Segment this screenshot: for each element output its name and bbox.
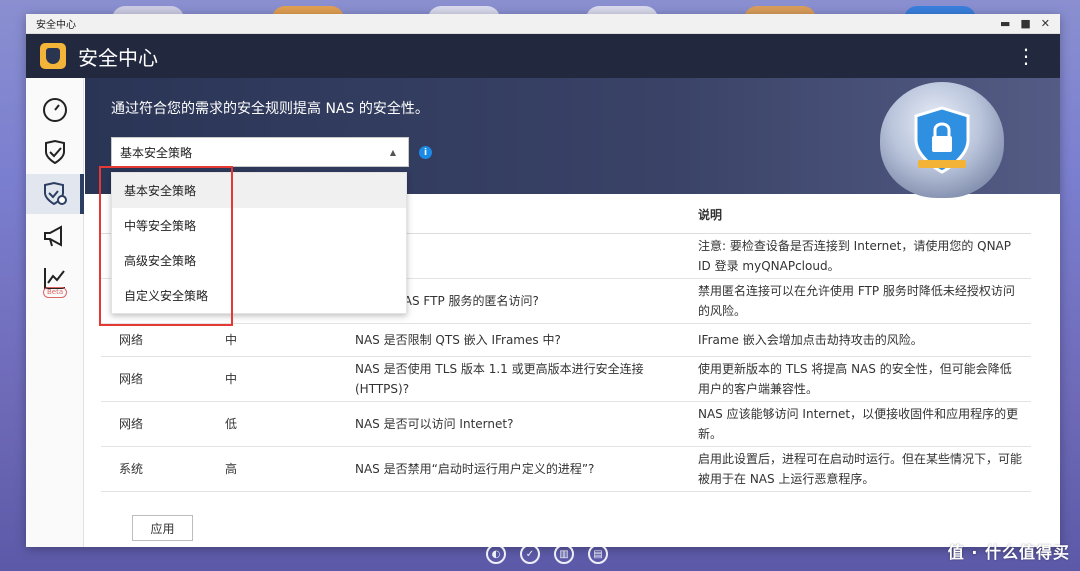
row-description: NAS 应该能够访问 Internet，以便接收固件和应用程序的更新。 bbox=[698, 401, 1031, 447]
table-row: 网络 中 NAS 是否使用 TLS 版本 1.1 或更高版本进行安全连接 (HT… bbox=[101, 356, 1031, 402]
security-center-logo-icon bbox=[40, 43, 66, 69]
document-icon[interactable]: ▤ bbox=[588, 544, 608, 564]
titlebar-title: 安全中心 bbox=[36, 20, 76, 31]
row-category: 网络 bbox=[101, 356, 225, 402]
close-icon[interactable]: ✕ bbox=[1041, 17, 1050, 30]
row-check: NAS 是否限制 QTS 嵌入 IFrames 中? bbox=[355, 323, 698, 357]
security-globe-illustration bbox=[880, 82, 1004, 198]
row-description: 注意: 要检查设备是否连接到 Internet，请使用您的 QNAP ID 登录… bbox=[698, 233, 1031, 279]
table-row: 网络 低 NAS 是否可以访问 Internet? NAS 应该能够访问 Int… bbox=[101, 401, 1031, 447]
row-level: 高 bbox=[225, 446, 355, 492]
sidebar-item-security-policy[interactable] bbox=[26, 174, 84, 214]
row-level: 中 bbox=[225, 356, 355, 402]
row-description: 禁用匿名连接可以在允许使用 FTP 服务时降低未经授权访问的风险。 bbox=[698, 278, 1031, 324]
policy-dropdown-menu: 基本安全策略 中等安全策略 高级安全策略 自定义安全策略 bbox=[111, 172, 407, 314]
policy-select[interactable]: 基本安全策略 ▲ bbox=[111, 137, 409, 167]
check-icon[interactable]: ✓ bbox=[520, 544, 540, 564]
window-controls: ▬ ■ ✕ bbox=[1000, 17, 1060, 30]
app-title: 安全中心 bbox=[78, 45, 158, 70]
dropdown-option-custom[interactable]: 自定义安全策略 bbox=[112, 278, 406, 313]
column-header-description: 说明 bbox=[698, 196, 1031, 234]
row-level: 低 bbox=[225, 401, 355, 447]
shield-lock-icon bbox=[914, 106, 970, 174]
gauge-icon bbox=[42, 98, 67, 122]
row-description: 启用此设置后，进程可在启动时运行。但在某些情况下，可能被用于在 NAS 上运行恶… bbox=[698, 446, 1031, 492]
sidebar-item-statistics[interactable]: Beta bbox=[26, 258, 83, 298]
grid-icon[interactable]: ▥ bbox=[554, 544, 574, 564]
table-row: 网络 中 NAS 是否限制 QTS 嵌入 IFrames 中? IFrame 嵌… bbox=[101, 323, 1031, 357]
watermark: 值 · 什么值得买 bbox=[947, 543, 1070, 562]
sidebar-item-overview[interactable] bbox=[26, 90, 83, 130]
beta-badge: Beta bbox=[43, 287, 68, 298]
window-titlebar: 安全中心 ▬ ■ ✕ bbox=[26, 14, 1060, 34]
sidebar-item-notifications[interactable] bbox=[26, 216, 83, 256]
sidebar-item-security-check[interactable] bbox=[26, 132, 83, 172]
row-category: 网络 bbox=[101, 401, 225, 447]
caret-up-icon: ▲ bbox=[389, 147, 396, 157]
shield-check-icon bbox=[44, 139, 65, 165]
bottom-dock: ◐ ✓ ▥ ▤ bbox=[486, 544, 608, 564]
minimize-icon[interactable]: ▬ bbox=[1000, 17, 1010, 30]
row-check: NAS 是否可以访问 Internet? bbox=[355, 401, 698, 447]
dropdown-option-advanced[interactable]: 高级安全策略 bbox=[112, 243, 406, 278]
dropdown-option-basic[interactable]: 基本安全策略 bbox=[112, 173, 406, 208]
megaphone-icon bbox=[43, 225, 62, 247]
cloud-icon[interactable]: ◐ bbox=[486, 544, 506, 564]
policy-select-value: 基本安全策略 bbox=[120, 145, 193, 160]
banner-description: 通过符合您的需求的安全规则提高 NAS 的安全性。 bbox=[111, 101, 429, 117]
row-level: 中 bbox=[225, 323, 355, 357]
sidebar: Beta bbox=[26, 78, 84, 547]
info-icon[interactable]: i bbox=[419, 146, 432, 159]
row-description: IFrame 嵌入会增加点击劫持攻击的风险。 bbox=[698, 323, 1031, 357]
maximize-icon[interactable]: ■ bbox=[1020, 17, 1030, 30]
app-header: 安全中心 ⋮ bbox=[26, 34, 1060, 78]
more-options-icon[interactable]: ⋮ bbox=[1016, 46, 1036, 66]
dropdown-option-medium[interactable]: 中等安全策略 bbox=[112, 208, 406, 243]
row-category: 网络 bbox=[101, 323, 225, 357]
row-category: 系统 bbox=[101, 446, 225, 492]
row-check: NAS 是否禁用“启动时运行用户定义的进程”? bbox=[355, 446, 698, 492]
apply-button[interactable]: 应用 bbox=[132, 515, 193, 541]
row-check: NAS 是否使用 TLS 版本 1.1 或更高版本进行安全连接 (HTTPS)? bbox=[355, 356, 698, 402]
table-row: 系统 高 NAS 是否禁用“启动时运行用户定义的进程”? 启用此设置后，进程可在… bbox=[101, 446, 1031, 492]
row-description: 使用更新版本的 TLS 将提高 NAS 的安全性，但可能会降低用户的客户端兼容性… bbox=[698, 356, 1031, 402]
shield-gear-icon bbox=[43, 181, 67, 206]
